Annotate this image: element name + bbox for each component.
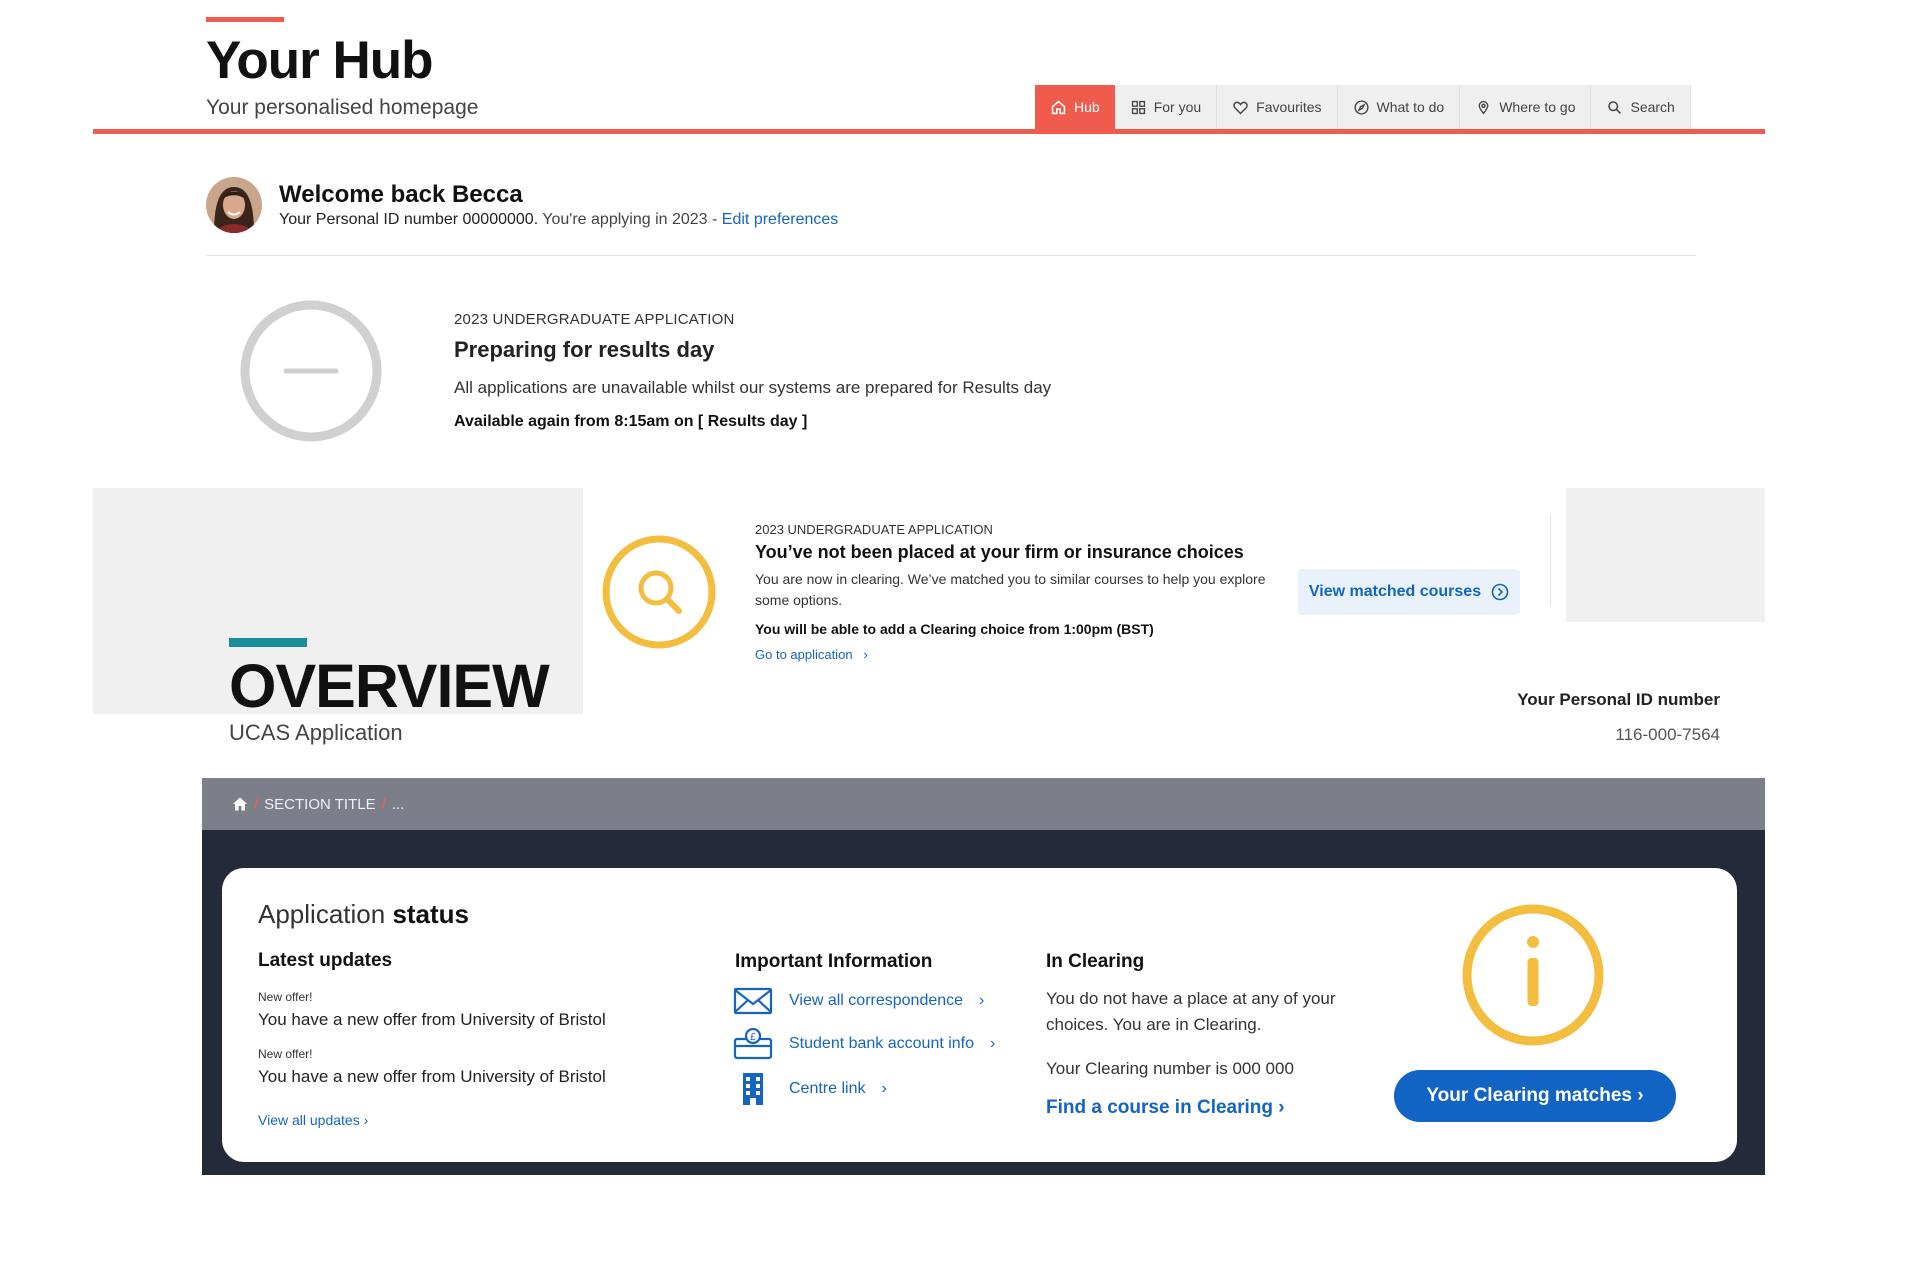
clearing-kicker: 2023 UNDERGRADUATE APPLICATION bbox=[755, 522, 993, 537]
grey-band-right bbox=[1566, 488, 1765, 622]
centre-link-label: Centre link bbox=[789, 1080, 866, 1097]
home-icon[interactable] bbox=[232, 796, 248, 812]
overview-title: OVERVIEW bbox=[229, 652, 550, 720]
application-status-title: Preparing for results day bbox=[454, 337, 715, 362]
application-status-heading: Application status bbox=[258, 899, 469, 930]
bank-account-label: Student bank account info bbox=[789, 1035, 975, 1052]
tab-favourites[interactable]: Favourites bbox=[1217, 85, 1338, 129]
applying-year-text: You're applying in 2023 - bbox=[542, 211, 718, 228]
welcome-divider bbox=[206, 255, 1696, 256]
bank-card-icon: £ bbox=[733, 1027, 773, 1060]
clearing-number: Your Clearing number is 000 000 bbox=[1046, 1059, 1294, 1078]
card-divider bbox=[1550, 516, 1551, 606]
view-all-updates-label: View all updates bbox=[258, 1112, 360, 1128]
tab-for-you[interactable]: For you bbox=[1115, 85, 1218, 129]
arrow-circle-right-icon bbox=[1491, 583, 1509, 601]
update-text: You have a new offer from University of … bbox=[258, 1067, 606, 1086]
tab-where-to-go-label: Where to go bbox=[1499, 99, 1576, 115]
heading-light: Application bbox=[258, 899, 386, 929]
view-matched-courses-button[interactable]: View matched courses bbox=[1298, 569, 1520, 615]
clearing-title: You’ve not been placed at your firm or i… bbox=[755, 542, 1244, 562]
tab-favourites-label: Favourites bbox=[1256, 99, 1322, 115]
user-photo-icon bbox=[206, 177, 262, 233]
go-to-application-link[interactable]: Go to application › bbox=[755, 647, 868, 662]
grid-icon bbox=[1131, 100, 1145, 114]
clearing-note: You will be able to add a Clearing choic… bbox=[755, 621, 1154, 637]
personal-id-text: Your Personal ID number 00000000. bbox=[279, 211, 539, 228]
breadcrumb-separator: / bbox=[381, 795, 386, 813]
location-pin-icon bbox=[1478, 100, 1489, 115]
personal-id-label: Your Personal ID number bbox=[1517, 690, 1720, 709]
bank-account-link[interactable]: £ Student bank account info › bbox=[733, 1027, 995, 1061]
chevron-right-icon: › bbox=[1278, 1097, 1285, 1118]
update-label: New offer! bbox=[258, 1047, 313, 1061]
chevron-right-icon: › bbox=[856, 647, 868, 662]
tab-search-label: Search bbox=[1630, 99, 1675, 115]
in-clearing-title: In Clearing bbox=[1046, 951, 1145, 972]
overview-subtitle: UCAS Application bbox=[229, 720, 403, 745]
application-status-note: Available again from 8:15am on [ Results… bbox=[454, 413, 808, 430]
breadcrumb-separator: / bbox=[254, 795, 259, 813]
find-course-label: Find a course in Clearing bbox=[1046, 1097, 1273, 1118]
breadcrumb-section[interactable]: SECTION TITLE bbox=[264, 796, 375, 813]
search-icon bbox=[1608, 100, 1622, 114]
tab-what-to-do-label: What to do bbox=[1376, 99, 1445, 115]
tab-where-to-go[interactable]: Where to go bbox=[1460, 85, 1592, 129]
view-all-updates-link[interactable]: View all updates › bbox=[258, 1112, 368, 1128]
go-to-application-label: Go to application bbox=[755, 647, 853, 662]
correspondence-link[interactable]: View all correspondence › bbox=[733, 984, 984, 1018]
clearing-matches-button[interactable]: Your Clearing matches › bbox=[1394, 1070, 1676, 1122]
overview-accent-bar bbox=[229, 638, 307, 647]
update-label: New offer! bbox=[258, 990, 313, 1004]
centre-link[interactable]: Centre link › bbox=[733, 1072, 887, 1106]
tab-for-you-label: For you bbox=[1153, 99, 1202, 115]
tab-hub[interactable]: Hub bbox=[1035, 85, 1115, 129]
svg-text:£: £ bbox=[750, 1032, 756, 1043]
building-icon bbox=[743, 1073, 763, 1105]
breadcrumb-ellipsis: ... bbox=[391, 795, 405, 813]
application-kicker: 2023 UNDERGRADUATE APPLICATION bbox=[454, 311, 735, 328]
important-info-title: Important Information bbox=[735, 951, 933, 972]
tab-hub-label: Hub bbox=[1074, 99, 1100, 115]
latest-updates-title: Latest updates bbox=[258, 950, 393, 971]
welcome-title: Welcome back Becca bbox=[279, 181, 523, 208]
minus-circle-icon bbox=[240, 300, 382, 442]
tab-search[interactable]: Search bbox=[1591, 85, 1691, 129]
search-circle-icon bbox=[602, 535, 716, 649]
personal-id-value: 116-000-7564 bbox=[1615, 725, 1720, 744]
chevron-right-icon: › bbox=[1631, 1085, 1644, 1106]
breadcrumb: / SECTION TITLE / ... bbox=[202, 778, 1765, 830]
clearing-matches-label: Your Clearing matches bbox=[1426, 1085, 1632, 1106]
edit-preferences-link[interactable]: Edit preferences bbox=[722, 211, 839, 228]
home-icon bbox=[1051, 100, 1066, 114]
heart-icon bbox=[1233, 101, 1248, 114]
find-course-link[interactable]: Find a course in Clearing › bbox=[1046, 1097, 1285, 1119]
avatar bbox=[206, 177, 262, 233]
chevron-right-icon: › bbox=[979, 992, 985, 1009]
hub-nav: Hub For you Favourites What to do Where … bbox=[1035, 85, 1691, 129]
page-title: Your Hub bbox=[206, 31, 434, 90]
compass-icon bbox=[1353, 99, 1369, 115]
view-matched-courses-label: View matched courses bbox=[1308, 583, 1482, 600]
correspondence-label: View all correspondence bbox=[789, 992, 964, 1009]
chevron-right-icon: › bbox=[363, 1112, 369, 1128]
welcome-details: Your Personal ID number 00000000. You're… bbox=[279, 211, 838, 229]
in-clearing-body: You do not have a place at any of your c… bbox=[1046, 989, 1336, 1034]
tab-what-to-do[interactable]: What to do bbox=[1338, 85, 1461, 129]
chevron-right-icon: › bbox=[990, 1035, 996, 1052]
envelope-icon bbox=[733, 987, 773, 1015]
page-subtitle: Your personalised homepage bbox=[206, 96, 479, 119]
heading-bold: status bbox=[392, 899, 470, 929]
hub-divider bbox=[93, 129, 1765, 134]
update-text: You have a new offer from University of … bbox=[258, 1010, 606, 1029]
chevron-right-icon: › bbox=[881, 1080, 887, 1097]
clearing-body: You are now in clearing. We’ve matched y… bbox=[755, 571, 1266, 608]
application-status-body: All applications are unavailable whilst … bbox=[454, 378, 1052, 397]
hub-accent-bar bbox=[206, 17, 284, 22]
info-circle-icon bbox=[1462, 904, 1604, 1046]
